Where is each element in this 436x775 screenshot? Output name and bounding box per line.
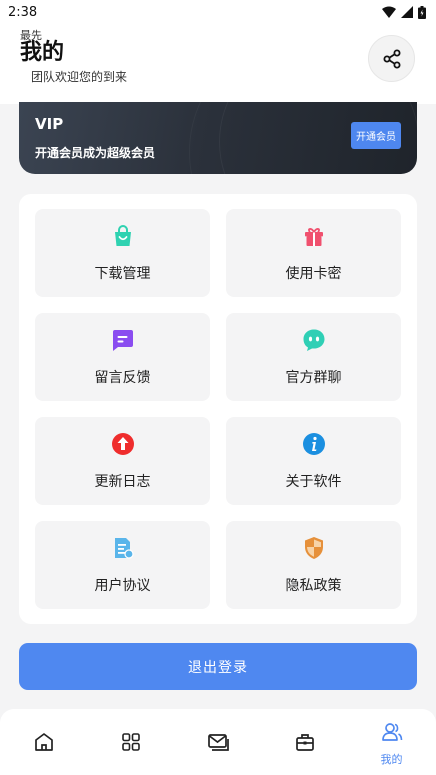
share-icon [383,49,400,68]
menu-item-user-agreement[interactable]: 用户协议 [35,521,210,609]
status-icons [382,5,426,19]
document-icon [115,538,134,559]
menu-item-label: 隐私政策 [285,578,342,594]
vip-title: VIP [35,115,64,133]
battery-icon [418,5,426,19]
chat-bubble-icon [303,329,325,351]
menu-item-changelog[interactable]: 更新日志 [35,417,210,505]
menu-item-label: 关于软件 [285,474,342,490]
gift-icon [305,228,323,246]
vip-card: VIP 开通会员成为超级会员 开通会员 [19,102,417,174]
menu-item-label: 留言反馈 [94,370,151,386]
signal-icon [401,6,413,18]
bottom-tab-bar: 我的 [0,709,436,775]
tab-mine-label: 我的 [380,753,403,766]
menu-grid: 下载管理 使用卡密 留言反馈 官方群聊 更新日志 关于软件 用户协议 隐私政策 [19,194,417,624]
tab-home[interactable] [0,709,87,775]
menu-item-privacy-policy[interactable]: 隐私政策 [226,521,401,609]
menu-item-use-card-key[interactable]: 使用卡密 [226,209,401,297]
tab-category[interactable] [87,709,174,775]
tab-messages[interactable] [174,709,261,775]
status-bar: 2:38 [0,0,436,24]
tab-mine[interactable]: 我的 [348,709,435,775]
grid-icon [122,733,140,751]
menu-item-official-group[interactable]: 官方群聊 [226,313,401,401]
briefcase-icon [296,734,314,751]
shopping-bag-icon [115,225,131,246]
menu-item-download-manager[interactable]: 下载管理 [35,209,210,297]
users-icon [382,723,403,741]
page-subtitle: 团队欢迎您的到来 [31,70,128,84]
page-header: 最先 我的 团队欢迎您的到来 [0,24,436,104]
menu-item-label: 官方群聊 [285,370,342,386]
home-icon [35,733,53,751]
wifi-icon [382,6,396,18]
menu-item-label: 下载管理 [94,266,151,282]
status-time: 2:38 [8,4,38,20]
share-button[interactable] [368,35,415,82]
tab-tools[interactable] [261,709,348,775]
message-icon [113,330,133,351]
info-icon [303,433,325,455]
logout-button[interactable]: 退出登录 [19,643,417,690]
menu-item-label: 更新日志 [94,474,151,490]
menu-item-feedback[interactable]: 留言反馈 [35,313,210,401]
upload-arrow-icon [112,433,134,455]
menu-item-label: 使用卡密 [285,266,342,282]
open-vip-button[interactable]: 开通会员 [351,122,401,149]
vip-description: 开通会员成为超级会员 [35,146,156,160]
mail-icon [208,734,229,751]
menu-item-label: 用户协议 [94,578,151,594]
page-title: 我的 [20,40,65,65]
shield-icon [305,537,323,559]
menu-item-about[interactable]: 关于软件 [226,417,401,505]
